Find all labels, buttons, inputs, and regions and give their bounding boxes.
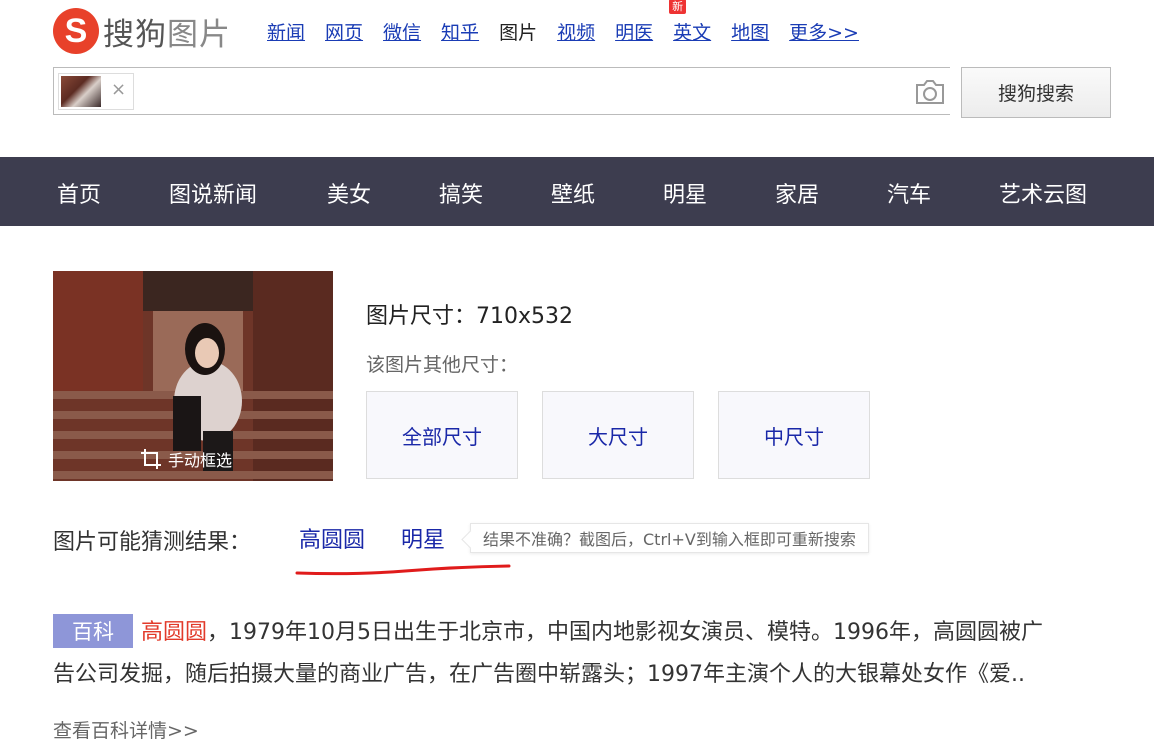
- nav-weixin[interactable]: 微信: [383, 18, 421, 45]
- query-image-thumbnail: [61, 76, 101, 107]
- query-image-chip: ×: [58, 73, 134, 110]
- all-sizes-button[interactable]: 全部尺寸: [366, 391, 518, 479]
- medium-size-button[interactable]: 中尺寸: [718, 391, 870, 479]
- nav-zhihu[interactable]: 知乎: [441, 18, 479, 45]
- category-stars[interactable]: 明星: [663, 177, 707, 209]
- category-funny[interactable]: 搞笑: [439, 177, 483, 209]
- large-size-button[interactable]: 大尺寸: [542, 391, 694, 479]
- top-nav: 新闻 网页 微信 知乎 图片 视频 明医 英文新 地图 更多>>: [267, 0, 879, 45]
- other-sizes-label: 该图片其他尺寸：: [366, 354, 519, 376]
- baike-more-link[interactable]: 查看百科详情>>: [53, 716, 199, 743]
- search-input[interactable]: ×: [53, 67, 950, 115]
- category-bar: 首页 图说新闻 美女 搞笑 壁纸 明星 家居 汽车 艺术云图: [0, 157, 1154, 226]
- guess-result-star[interactable]: 明星: [401, 522, 445, 554]
- red-underline-annotation: [295, 564, 511, 576]
- nav-map[interactable]: 地图: [731, 18, 769, 45]
- baike-summary: 高圆圆，1979年10月5日出生于北京市，中国内地影视女演员、模特。1996年，…: [53, 620, 1043, 687]
- logo-text: 搜狗图片: [103, 16, 231, 53]
- new-badge: 新: [669, 0, 687, 14]
- camera-icon[interactable]: [914, 78, 946, 106]
- close-icon[interactable]: ×: [111, 79, 126, 100]
- category-photo-news[interactable]: 图说新闻: [169, 177, 257, 209]
- category-home-decor[interactable]: 家居: [775, 177, 819, 209]
- category-wallpaper[interactable]: 壁纸: [551, 177, 595, 209]
- category-art-cloud[interactable]: 艺术云图: [999, 177, 1087, 209]
- category-cars[interactable]: 汽车: [887, 177, 931, 209]
- search-button[interactable]: 搜狗搜索: [961, 67, 1111, 118]
- nav-news[interactable]: 新闻: [267, 18, 305, 45]
- image-size-title: 图片尺寸：710x532: [366, 304, 574, 329]
- nav-web[interactable]: 网页: [325, 18, 363, 45]
- nav-more[interactable]: 更多>>: [789, 18, 859, 45]
- guess-label: 图片可能猜测结果：: [53, 530, 252, 555]
- category-beauty[interactable]: 美女: [327, 177, 371, 209]
- nav-english[interactable]: 英文新: [669, 0, 711, 45]
- sogou-logo[interactable]: S 搜狗图片: [53, 8, 231, 54]
- manual-crop-button[interactable]: 手动框选: [140, 447, 232, 471]
- category-home[interactable]: 首页: [57, 177, 101, 209]
- baike-name-link[interactable]: 高圆圆: [141, 620, 207, 645]
- nav-video[interactable]: 视频: [557, 18, 595, 45]
- nav-mingyi[interactable]: 明医: [615, 18, 653, 45]
- logo-mark: S: [53, 8, 99, 54]
- guess-result-gaoyuanyuan[interactable]: 高圆圆: [299, 522, 365, 554]
- nav-images[interactable]: 图片: [499, 18, 537, 45]
- crop-icon: [141, 449, 161, 469]
- guess-tip: 结果不准确？截图后，Ctrl+V到输入框即可重新搜索: [470, 523, 869, 553]
